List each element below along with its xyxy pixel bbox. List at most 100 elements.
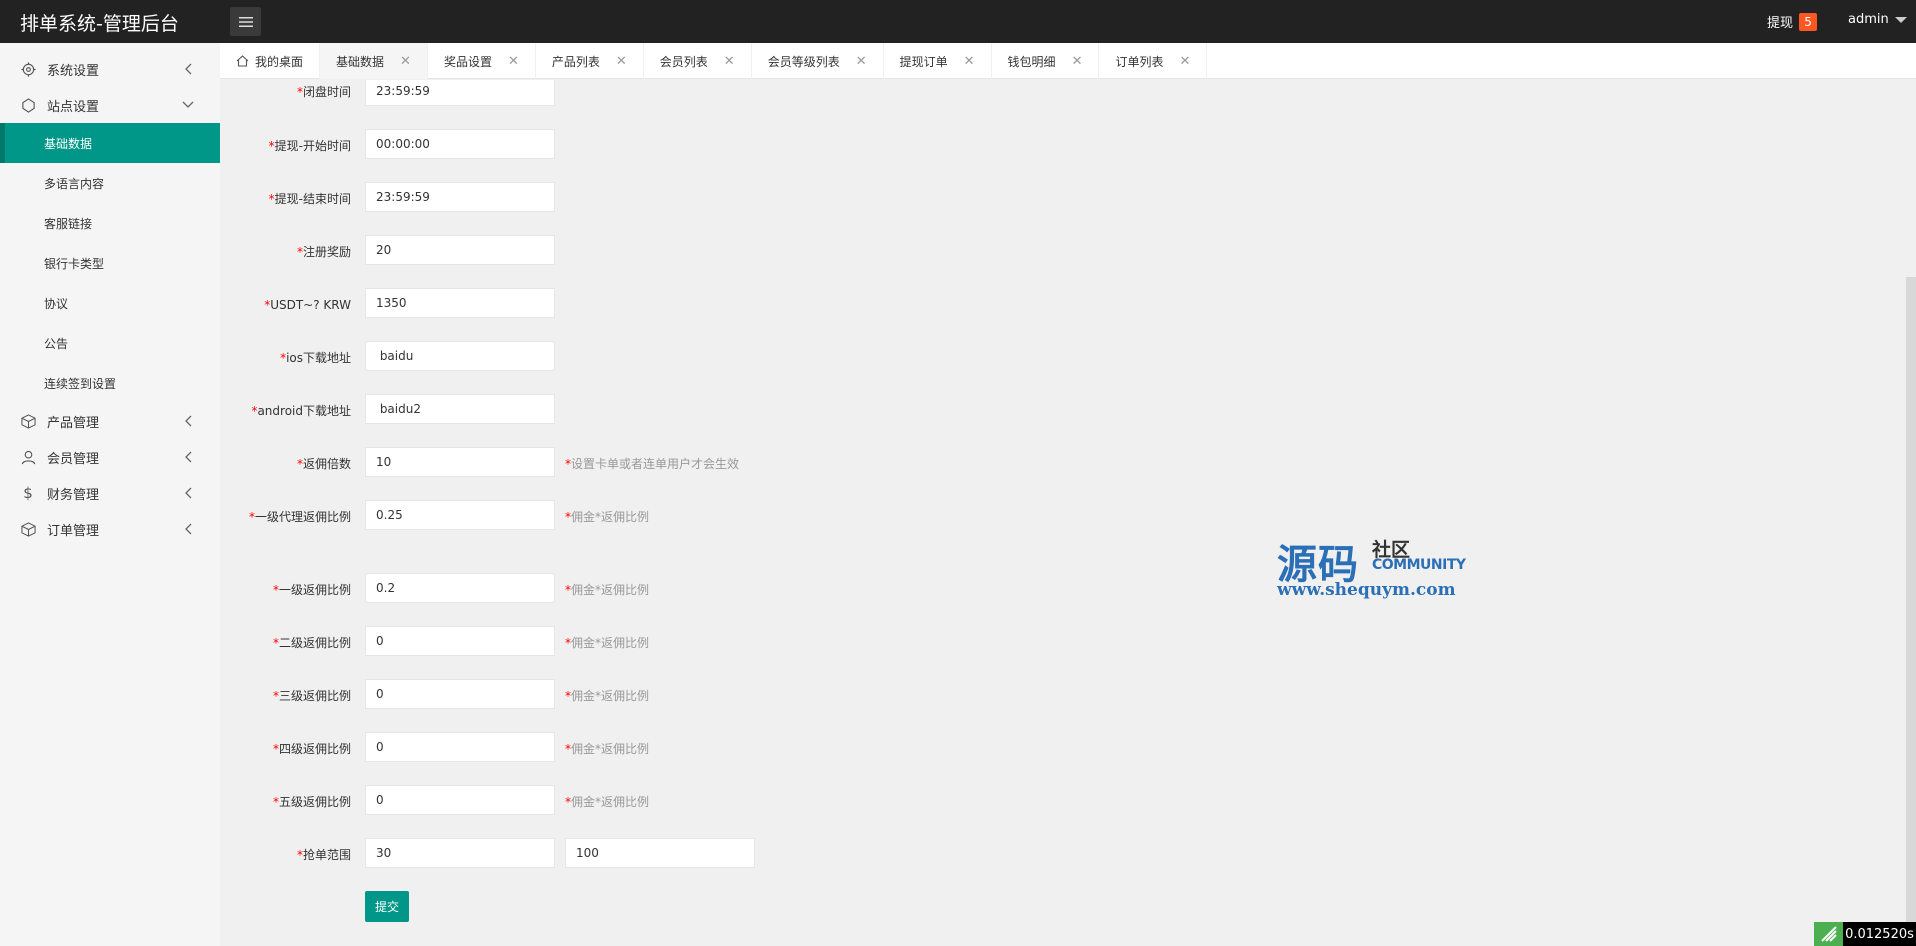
level2-rebate-input[interactable]: [365, 626, 555, 656]
tab-label: 基础数据: [336, 54, 385, 69]
withdraw-link[interactable]: 提现 5: [1767, 12, 1818, 31]
user-menu[interactable]: admin: [1848, 12, 1907, 27]
sidebar-group-label: 订单管理: [47, 523, 100, 539]
level4-rebate-input[interactable]: [365, 732, 555, 762]
watermark-logo: 源码 社区 COMMUNITY www.shequym.com: [1277, 532, 1477, 602]
top-header: 排单系统-管理后台 提现 5 admin: [0, 0, 1916, 43]
register-reward-input[interactable]: [365, 235, 555, 265]
dollar-icon: $: [23, 484, 33, 502]
box-icon: [20, 413, 36, 429]
sidebar-group-label: 站点设置: [47, 99, 100, 115]
field-label: 注册奖励: [302, 245, 351, 259]
submit-button[interactable]: 提交: [365, 891, 410, 922]
tab-basic-data[interactable]: 基础数据 ✕: [320, 43, 428, 79]
grab-range-max-input[interactable]: [565, 838, 755, 868]
app-title: 排单系统-管理后台: [20, 13, 179, 35]
order-icon: [20, 521, 36, 537]
field-label: 抢单范围: [302, 848, 351, 862]
main-content: *闭盘时间 *提现-开始时间 *提现-结束时间 *注册奖励 *USDT~? KR…: [220, 80, 1916, 946]
tab-product-list[interactable]: 产品列表 ✕: [536, 43, 644, 79]
caret-down-icon: [1894, 16, 1907, 23]
sidebar-group-label: 产品管理: [47, 415, 100, 431]
site-icon: [20, 97, 36, 113]
tab-label: 奖品设置: [443, 54, 492, 69]
sidebar-group-system-settings[interactable]: 系统设置: [0, 51, 220, 87]
menu-toggle-button[interactable]: [230, 7, 261, 36]
tab-order-list[interactable]: 订单列表 ✕: [1099, 43, 1208, 79]
usdt-krw-input[interactable]: [365, 288, 555, 318]
scrollbar-thumb[interactable]: [1906, 277, 1916, 946]
tab-member-level-list[interactable]: 会员等级列表 ✕: [752, 43, 884, 79]
sidebar-group-label: 系统设置: [47, 63, 100, 79]
withdraw-start-input[interactable]: [365, 129, 555, 159]
close-icon[interactable]: ✕: [724, 54, 735, 69]
sidebar-group-product-management[interactable]: 产品管理: [0, 403, 220, 439]
chevron-left-icon: [185, 63, 192, 75]
withdraw-count-badge: 5: [1799, 12, 1818, 31]
tab-prize-settings[interactable]: 奖品设置 ✕: [428, 43, 536, 79]
field-hint: 佣金*返佣比例: [571, 795, 650, 809]
field-hint: 佣金*返佣比例: [571, 742, 650, 756]
tab-label: 订单列表: [1115, 54, 1164, 69]
field-label: USDT~? KRW: [270, 298, 351, 312]
tab-label: 会员列表: [659, 54, 708, 69]
chevron-down-icon: [182, 101, 194, 108]
sidebar-item-agreement[interactable]: 协议: [0, 283, 220, 323]
close-icon[interactable]: ✕: [616, 54, 627, 69]
debug-icon[interactable]: [1814, 922, 1843, 946]
tab-wallet-details[interactable]: 钱包明细 ✕: [992, 43, 1100, 79]
tab-withdraw-orders[interactable]: 提现订单 ✕: [884, 43, 992, 79]
sidebar-group-site-settings[interactable]: 站点设置: [0, 87, 220, 123]
level5-rebate-input[interactable]: [365, 785, 555, 815]
close-icon[interactable]: ✕: [1179, 54, 1190, 69]
sidebar-group-member-management[interactable]: 会员管理: [0, 439, 220, 475]
sidebar-item-bank-card-type[interactable]: 银行卡类型: [0, 243, 220, 283]
close-time-input[interactable]: [365, 80, 555, 106]
sidebar-item-support-link[interactable]: 客服链接: [0, 203, 220, 243]
page-timer: 0.012520s: [1843, 922, 1916, 946]
watermark-url: www.shequym.com: [1277, 580, 1456, 600]
close-icon[interactable]: ✕: [964, 54, 975, 69]
field-label: 提现-开始时间: [274, 139, 351, 153]
hamburger-icon: [238, 16, 253, 27]
withdraw-end-input[interactable]: [365, 182, 555, 212]
tab-label: 会员等级列表: [767, 54, 840, 69]
field-label: 一级返佣比例: [278, 583, 351, 597]
sidebar-group-finance-management[interactable]: $ 财务管理: [0, 475, 220, 511]
tab-member-list[interactable]: 会员列表 ✕: [644, 43, 752, 79]
chevron-left-icon: [185, 451, 192, 463]
field-label: 提现-结束时间: [274, 192, 351, 206]
sidebar-item-checkin-settings[interactable]: 连续签到设置: [0, 363, 220, 403]
android-url-input[interactable]: [365, 394, 555, 424]
field-label: android下载地址: [257, 404, 351, 418]
tab-bar: 我的桌面 基础数据 ✕ 奖品设置 ✕ 产品列表 ✕ 会员列表 ✕ 会员等级列表 …: [220, 43, 1916, 79]
sidebar-group-label: 财务管理: [47, 487, 100, 503]
level1-rebate-input[interactable]: [365, 573, 555, 603]
field-label: 二级返佣比例: [278, 636, 351, 650]
user-icon: [20, 449, 36, 465]
close-icon[interactable]: ✕: [400, 54, 411, 69]
level3-rebate-input[interactable]: [365, 679, 555, 709]
rebate-multiple-input[interactable]: [365, 447, 555, 477]
sidebar-item-multilang[interactable]: 多语言内容: [0, 163, 220, 203]
close-icon[interactable]: ✕: [856, 54, 867, 69]
field-hint: 佣金*返佣比例: [571, 510, 650, 524]
sidebar-item-basic-data[interactable]: 基础数据: [0, 123, 220, 163]
grab-range-min-input[interactable]: [365, 838, 555, 868]
tab-label: 钱包明细: [1007, 54, 1056, 69]
agent-rebate-input[interactable]: [365, 500, 555, 530]
field-hint: 佣金*返佣比例: [571, 583, 650, 597]
ios-url-input[interactable]: [365, 341, 555, 371]
sidebar-group-order-management[interactable]: 订单管理: [0, 511, 220, 547]
field-hint: 设置卡单或者连单用户才会生效: [571, 457, 740, 471]
tab-my-desktop[interactable]: 我的桌面: [220, 43, 321, 79]
close-icon[interactable]: ✕: [1072, 54, 1083, 69]
tab-label: 产品列表: [551, 54, 600, 69]
close-icon[interactable]: ✕: [508, 54, 519, 69]
field-hint: 佣金*返佣比例: [571, 636, 650, 650]
sidebar-item-announcement[interactable]: 公告: [0, 323, 220, 363]
field-label: 三级返佣比例: [278, 689, 351, 703]
gear-icon: [20, 61, 36, 77]
sidebar: 系统设置 站点设置 基础数据 多语言内容 客服链接 银行卡类型 协议 公告 连续…: [0, 43, 220, 946]
username: admin: [1848, 12, 1889, 27]
